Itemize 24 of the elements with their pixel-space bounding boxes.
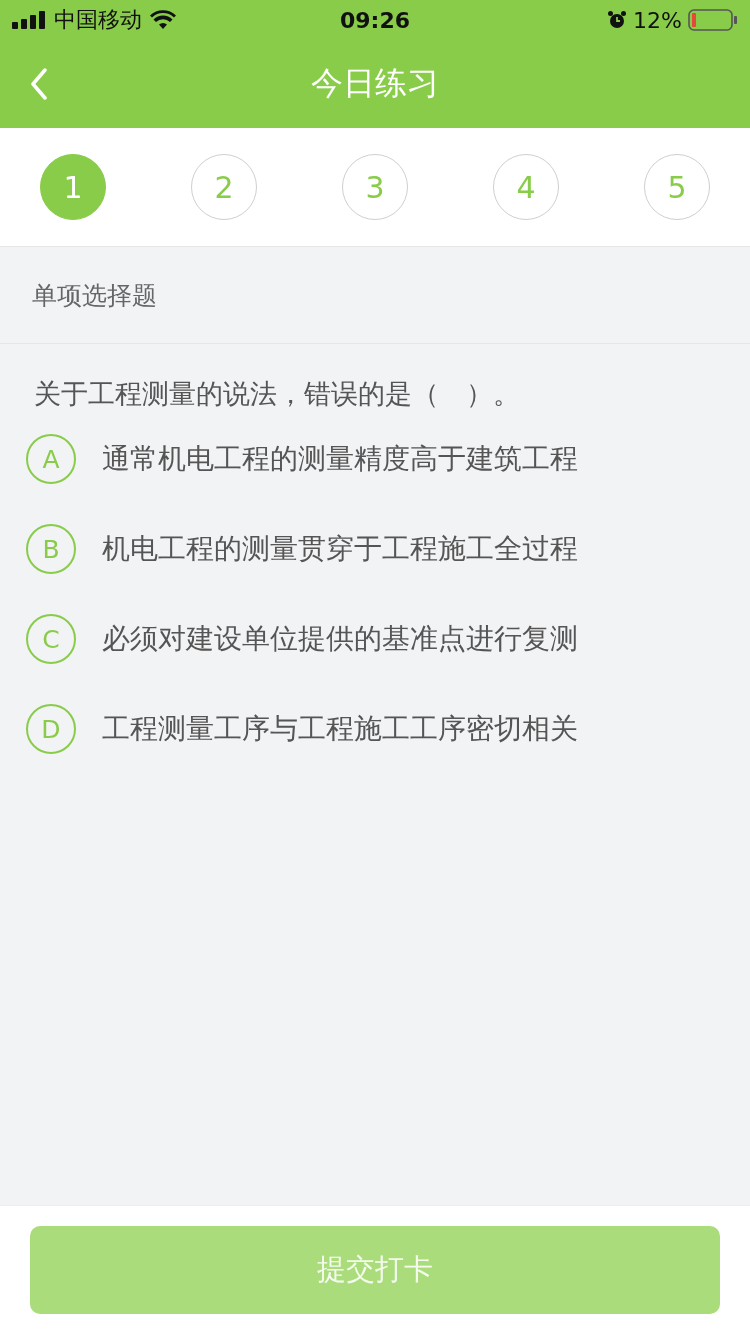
battery-icon [688,9,738,31]
question-number-tab[interactable]: 2 [191,154,257,220]
option-text[interactable]: 必须对建设单位提供的基准点进行复测 [102,615,578,663]
question-number-tab[interactable]: 4 [493,154,559,220]
alarm-icon [607,10,628,30]
battery-percent: 12% [633,7,682,33]
question-type-label: 单项选择题 [0,247,750,344]
page-title: 今日练习 [311,63,439,104]
option-text[interactable]: 通常机电工程的测量精度高于建筑工程 [102,435,578,483]
question-number-tab[interactable]: 5 [644,154,710,220]
option-radio[interactable]: B [26,524,76,574]
signal-icon [12,11,46,29]
clock-time: 09:26 [340,7,410,33]
option-text[interactable]: 工程测量工序与工程施工工序密切相关 [102,705,578,753]
option-text[interactable]: 机电工程的测量贯穿于工程施工全过程 [102,525,578,573]
option-radio[interactable]: C [26,614,76,664]
option-radio[interactable]: A [26,434,76,484]
wifi-icon [150,10,176,30]
option-radio[interactable]: D [26,704,76,754]
question-number-tab[interactable]: 3 [342,154,408,220]
question-text: 关于工程测量的说法，错误的是（ ）。 [33,377,521,411]
carrier-name: 中国移动 [54,6,142,34]
back-icon[interactable] [30,68,48,100]
question-number-tab[interactable]: 1 [40,154,106,220]
